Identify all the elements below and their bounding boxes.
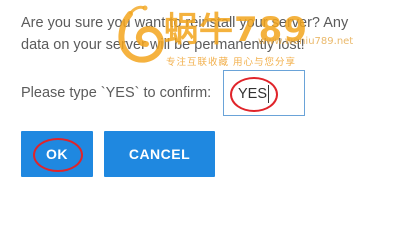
confirmation-message: Are you sure you want to reinstall your … [21,12,391,56]
ok-button[interactable]: OK [21,131,93,177]
confirm-label: Please type `YES` to confirm: [21,85,212,101]
text-caret [268,85,269,103]
watermark-tagline: 专注互联收藏 用心与您分享 [166,57,297,68]
confirm-input-value: YES [238,86,268,102]
message-line-1: Are you sure you want to reinstall your … [21,15,349,31]
message-line-2: data on your server will be permanently … [21,37,305,53]
confirm-input[interactable]: YES [223,70,305,116]
cancel-button[interactable]: CANCEL [104,131,215,177]
